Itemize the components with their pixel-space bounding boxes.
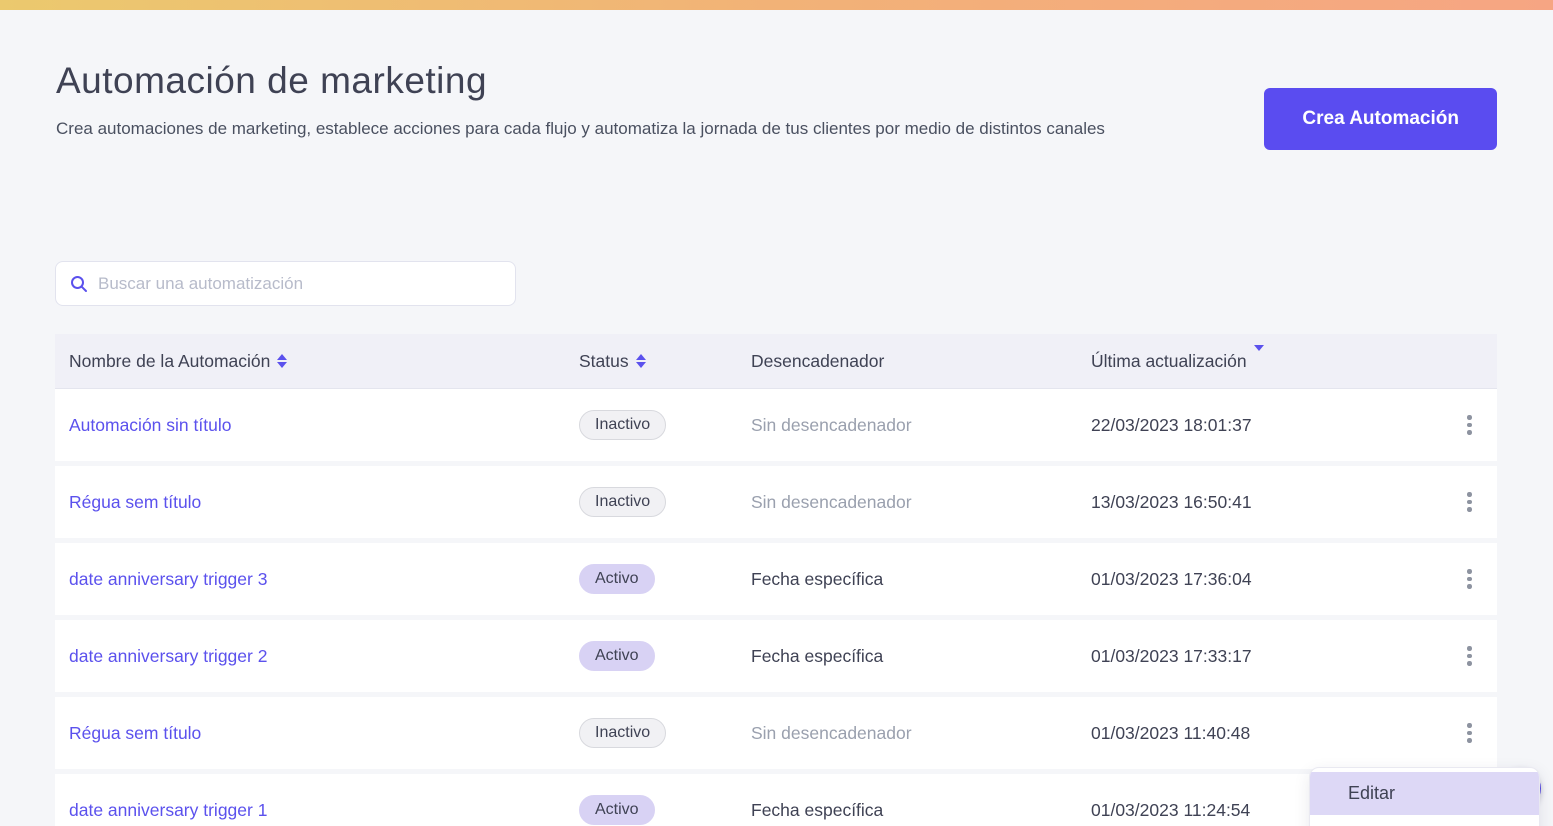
automation-name-link[interactable]: Régua sem título [69,492,579,513]
table-row: date anniversary trigger 3 Activo Fecha … [55,543,1497,615]
row-menu-kebab-icon[interactable] [1463,719,1476,747]
column-label: Desencadenador [751,350,885,371]
updated-cell: 01/03/2023 17:36:04 [1091,568,1252,589]
menu-item-renombrar[interactable]: Renombrar [1310,815,1539,826]
trigger-cell: Fecha específica [751,799,884,820]
column-label: Status [579,350,629,371]
table-body: Automación sin título Inactivo Sin desen… [55,389,1497,826]
updated-cell: 01/03/2023 17:33:17 [1091,645,1252,666]
trigger-cell: Sin desencadenador [751,414,912,435]
actions-cell [1463,719,1500,747]
search-section [55,261,1497,306]
row-menu-kebab-icon[interactable] [1463,565,1476,593]
create-automation-button[interactable]: Crea Automación [1264,88,1497,150]
sort-icon [635,354,646,368]
row-menu-kebab-icon[interactable] [1463,411,1476,439]
status-badge: Inactivo [579,487,667,517]
table-row: date anniversary trigger 1 Activo Fecha … [55,774,1497,826]
updated-cell: 01/03/2023 11:40:48 [1091,722,1251,743]
actions-cell [1463,488,1500,516]
search-box[interactable] [55,261,516,306]
actions-cell [1463,565,1500,593]
table-row: Régua sem título Inactivo Sin desencaden… [55,697,1497,769]
trigger-cell: Sin desencadenador [751,722,912,743]
sort-icon [277,354,288,368]
status-badge: Inactivo [579,410,667,440]
column-header-trigger: Desencadenador [751,351,1091,372]
trigger-cell: Sin desencadenador [751,491,912,512]
column-header-name[interactable]: Nombre de la Automación [69,351,579,372]
status-badge: Inactivo [579,718,667,748]
title-block: Automación de marketing Crea automacione… [56,60,1105,139]
status-badge: Activo [579,641,655,671]
column-label: Última actualización [1091,350,1247,371]
column-header-status[interactable]: Status [579,351,751,372]
actions-cell [1463,642,1500,670]
menu-item-editar[interactable]: Editar [1310,772,1539,815]
table-row: date anniversary trigger 2 Activo Fecha … [55,620,1497,692]
trigger-cell: Fecha específica [751,645,884,666]
updated-cell: 22/03/2023 18:01:37 [1091,414,1252,435]
automation-name-link[interactable]: Automación sin título [69,415,579,436]
actions-cell [1463,411,1500,439]
automation-name-link[interactable]: Régua sem título [69,723,579,744]
page-title: Automación de marketing [56,60,488,101]
status-badge: Activo [579,564,655,594]
table-row: Automación sin título Inactivo Sin desen… [55,389,1497,461]
column-header-updated[interactable]: Última actualización [1091,344,1463,372]
top-gradient-bar [0,0,1553,10]
page-header: Automación de marketing Crea automacione… [0,60,1553,150]
trigger-cell: Fecha específica [751,568,884,589]
table-header: Nombre de la Automación Status Desencade… [55,334,1497,389]
automations-table: Nombre de la Automación Status Desencade… [55,334,1540,826]
table-row: Régua sem título Inactivo Sin desencaden… [55,466,1497,538]
column-label: Nombre de la Automación [69,350,271,371]
search-icon [71,275,87,292]
automation-name-link[interactable]: date anniversary trigger 2 [69,646,579,667]
row-menu-kebab-icon[interactable] [1463,488,1476,516]
status-badge: Activo [579,795,655,825]
search-input[interactable] [98,273,501,294]
automation-name-link[interactable]: date anniversary trigger 3 [69,569,579,590]
row-menu-kebab-icon[interactable] [1463,642,1476,670]
automation-name-link[interactable]: date anniversary trigger 1 [69,800,579,821]
sort-desc-icon [1253,344,1264,372]
updated-cell: 13/03/2023 16:50:41 [1091,491,1252,512]
row-context-menu: EditarRenombrarDuplicarEliminar [1309,767,1540,826]
page-subtitle: Crea automaciones de marketing, establec… [56,119,1105,138]
